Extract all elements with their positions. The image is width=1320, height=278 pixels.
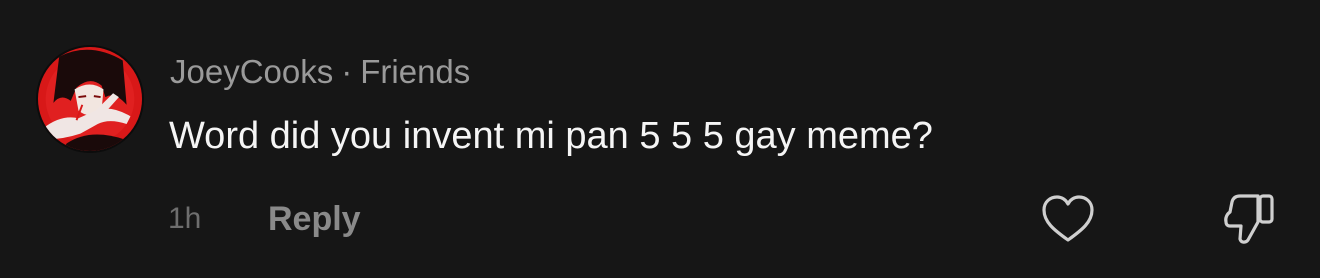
meta-separator: · (341, 53, 353, 90)
relationship-label: Friends (360, 53, 471, 90)
comment-meta: JoeyCooks · Friends (170, 52, 470, 92)
avatar[interactable] (36, 45, 144, 153)
comment-timestamp: 1h (168, 202, 202, 235)
avatar-image (38, 47, 142, 151)
comment-text: Word did you invent mi pan 5 5 5 gay mem… (169, 115, 933, 157)
thumbs-down-icon (1224, 194, 1274, 244)
dislike-button[interactable] (1220, 192, 1276, 246)
heart-icon (1042, 195, 1094, 242)
author-name[interactable]: JoeyCooks (170, 53, 333, 90)
reply-button[interactable]: Reply (268, 198, 361, 240)
like-button[interactable] (1040, 194, 1096, 244)
comment-item: JoeyCooks · Friends Word did you invent mi… (0, 0, 1320, 278)
